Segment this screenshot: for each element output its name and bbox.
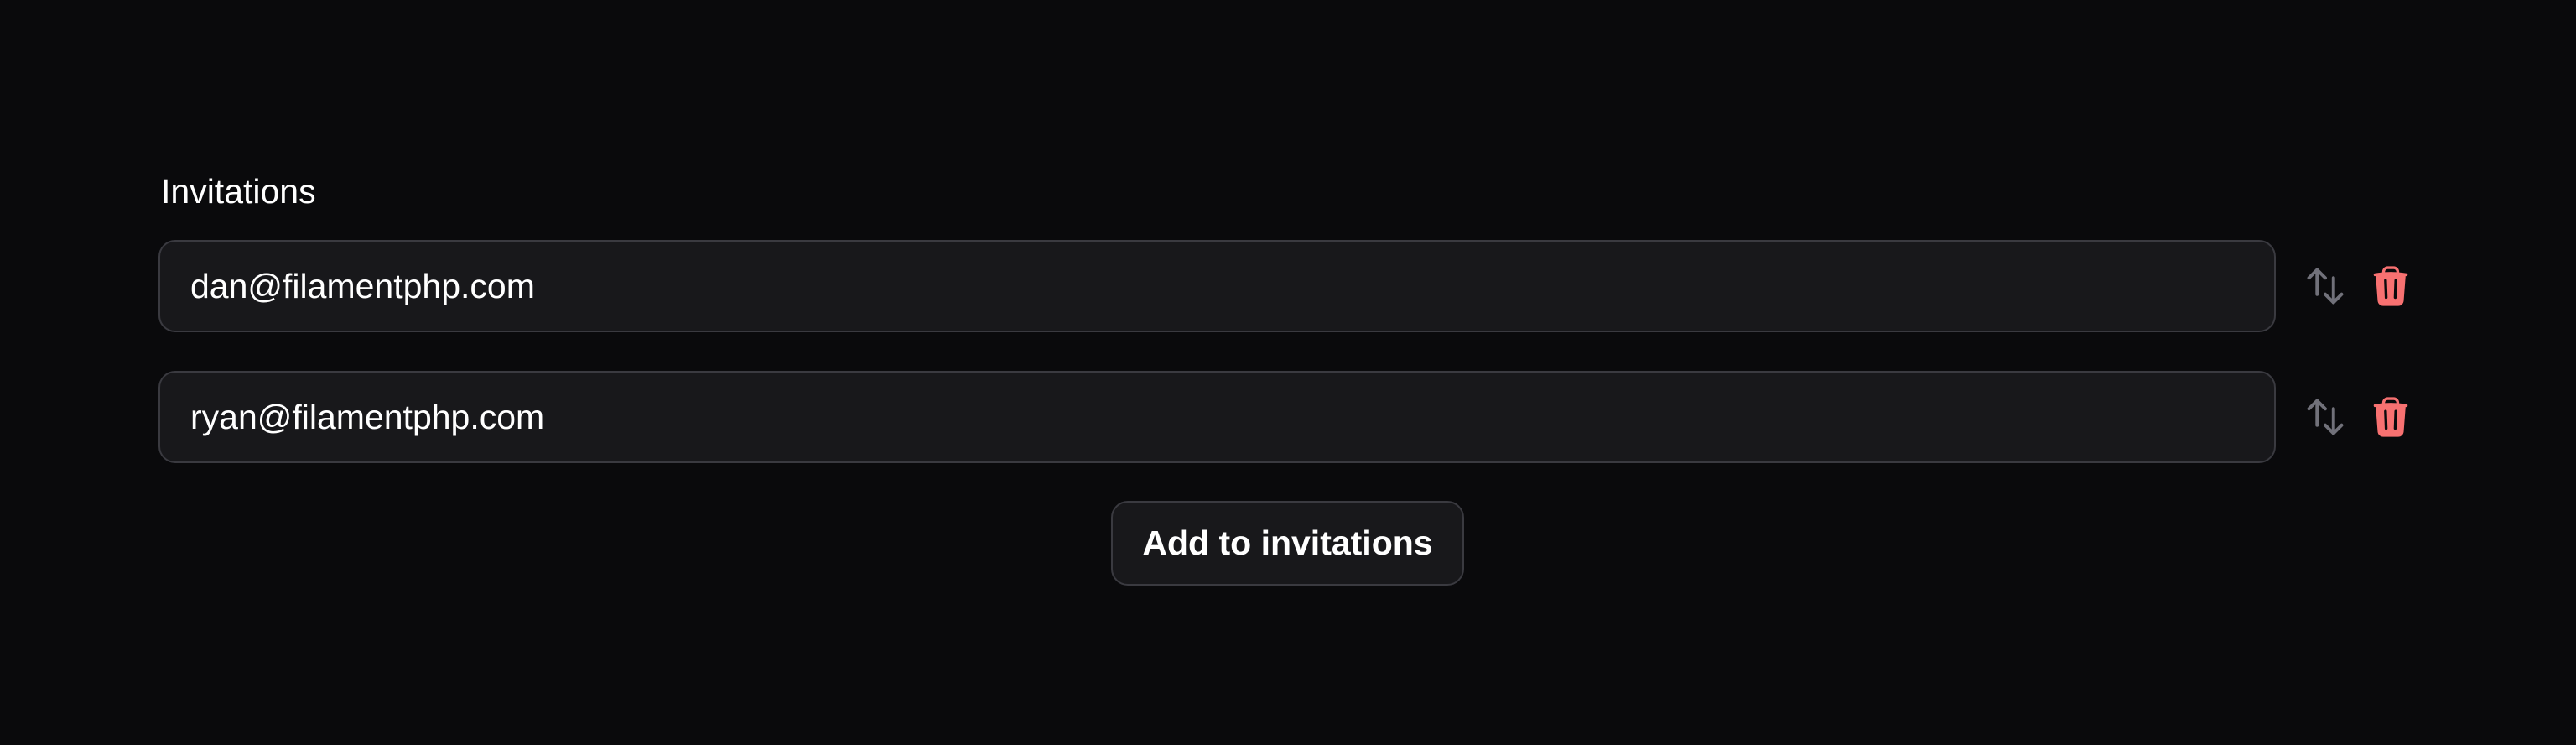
repeater-item bbox=[158, 371, 2276, 463]
item-actions bbox=[2302, 240, 2414, 332]
invitations-repeater: Invitations Add to invitation bbox=[0, 0, 2576, 745]
field-label: Invitations bbox=[161, 172, 316, 211]
email-input[interactable] bbox=[158, 371, 2276, 463]
delete-button[interactable] bbox=[2367, 393, 2414, 440]
arrows-up-down-icon bbox=[2307, 268, 2344, 305]
email-input[interactable] bbox=[158, 240, 2276, 332]
reorder-button[interactable] bbox=[2302, 393, 2349, 440]
arrows-up-down-icon bbox=[2307, 399, 2344, 435]
item-actions bbox=[2302, 371, 2414, 463]
repeater-item bbox=[158, 240, 2276, 332]
trash-icon bbox=[2373, 397, 2408, 437]
trash-icon bbox=[2373, 266, 2408, 306]
reorder-button[interactable] bbox=[2302, 263, 2349, 310]
add-to-invitations-button[interactable]: Add to invitations bbox=[1111, 501, 1464, 586]
delete-button[interactable] bbox=[2367, 263, 2414, 310]
